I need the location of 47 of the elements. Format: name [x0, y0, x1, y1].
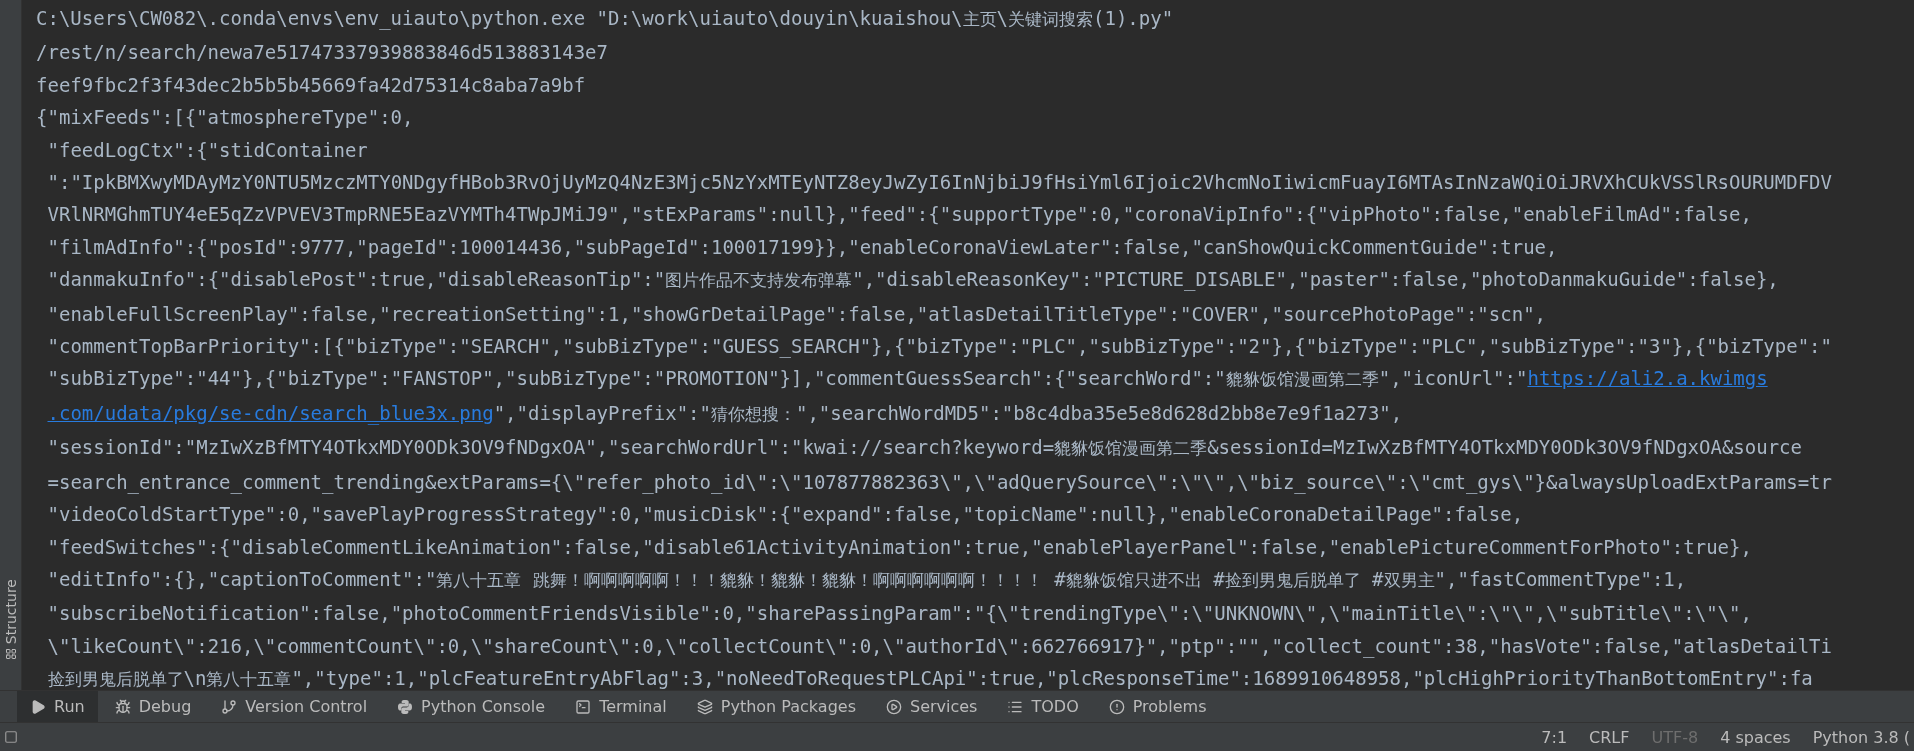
tool-window-tab[interactable]: Services	[872, 691, 991, 722]
console-line: /rest/n/search/newa7e51747337939883846d513883143e7	[36, 40, 608, 66]
status-item[interactable]: 7:1	[1541, 727, 1568, 747]
link[interactable]: .com/udata/pkg/se-cdn/search_blue3x.png	[47, 401, 494, 424]
tool-window-tab[interactable]: Terminal	[562, 691, 680, 722]
console-line: "danmakuInfo":{"disablePost":true,"disableReasonTip":"图片作品不支持发布弹幕","disableReasonKey":"PICTURE_DISABLE","paster":false,"photoDanmakuGuide":false},	[47, 267, 1779, 293]
tool-window-tab[interactable]: TODO	[994, 691, 1092, 722]
console-line: "subBizType":"44"},{"bizType":"FANSTOP","subBizType":"PROMOTION"}],"commentGuessSearch":{"searchWord":"貔貅饭馆漫画第二季","iconUrl":"https://ali2.a.kwimgs	[47, 366, 1768, 392]
play-icon	[30, 698, 46, 715]
tool-window-tab[interactable]: Version Control	[208, 691, 381, 722]
console-line: 捡到男鬼后脱单了\n第八十五章","type":1,"plcFeatureEntryAbFlag":3,"noNeedToRequestPLCApi":true,"plcResponseTime":1689910648958,"plcHighPriorityThanBottomEntry":fa	[47, 666, 1813, 690]
console-line: feef9fbc2f3f43dec2b5b5b45669fa42d75314c8aba7a9bf	[36, 72, 586, 98]
console-line: "commentTopBarPriority":[{"bizType":"SEARCH","subBizType":"GUESS_SEARCH"},{"bizType":"PLC","subBizType":"2"},{"bizType":"PLC","subBizType":"3"},{"bizType":"	[47, 334, 1832, 360]
console-line: "subscribeNotification":false,"photoCommentFriendsVisible":0,"sharePassingParam":"{\"trendingType\":\"UNKNOWN\",\"mainTitle\":\"\",\"subTitle\":\"\",	[47, 601, 1752, 627]
console-line: "feedSwitches":{"disableCommentLikeAnimation":false,"disable61ActivityAnimation":true,"enablePlayerPanel":false,"enablePictureCommentForPhoto":true},	[47, 534, 1752, 560]
console-line: "filmAdInfo":{"posId":9777,"pageId":100014436,"subPageId":100017199}},"enableCoronaViewLater":false,"canShowQuickCommentGuide":true,	[47, 234, 1558, 260]
tool-window-tab[interactable]: Run	[17, 691, 98, 722]
terminal-icon	[575, 698, 592, 715]
console-line: C:\Users\CW082\.conda\envs\env_uiauto\python.exe "D:\work\uiauto\douyin\kuaishou\主页\关键词搜索(1).py"	[36, 6, 1174, 32]
console-line: {"mixFeeds":[{"atmosphereType":0,	[36, 105, 414, 131]
console-line: "videoColdStartType":0,"savePlayProgressStrategy":0,"musicDisk":{"expand":false,"topicName":null},"enableCoronaDetailPage":false,	[47, 502, 1524, 528]
layers-icon	[696, 698, 713, 715]
bug-icon	[114, 698, 131, 715]
snakes-icon	[397, 698, 414, 715]
tool-window-tab[interactable]: Debug	[101, 691, 205, 722]
status-item[interactable]: Python 3.8 (	[1812, 727, 1910, 747]
branch-icon	[221, 698, 238, 715]
status-item[interactable]: CRLF	[1589, 727, 1630, 747]
console-line: VRlNRMGhmTUY4eE5qZzVPVEV3TmpRNE5EazVYMTh4TWpJMiJ9","stExParams":null},"feed":{"supportType":0,"coronaVipInfo":{"vipPhoto":false,"enableFilmAd":false,	[47, 202, 1752, 228]
console-line: =search_entrance_comment_trending&extParams={\"refer_photo_id\":\"107877882363\",\"adQuerySource\":\"\",\"biz_source\":\"cmt_gys\"}&alwaysUploadExtParams=tr	[47, 469, 1832, 496]
console-line: "feedLogCtx":{"stidContainer	[47, 137, 368, 163]
square-icon[interactable]	[4, 730, 18, 744]
tool-window-tab[interactable]: Problems	[1095, 691, 1220, 722]
play-circle-icon	[885, 698, 902, 715]
console-line: \"likeCount\":216,\"commentCount\":0,\"shareCount\":0,\"collectCount\":0,\"authorId\":662766917}","ptp":"","collect_count":38,"hasVote":false,"atlasDetailTi	[47, 633, 1832, 660]
console-line: "sessionId":"MzIwXzBfMTY4OTkxMDY0ODk3OV9fNDgxOA","searchWordUrl":"kwai://search?keyword=貔貅饭馆漫画第二季&sessionId=MzIwXzBfMTY4OTkxMDY0ODk3OV9fNDgxOA&source	[47, 435, 1802, 461]
console-line: "editInfo":{},"captionToComment":"第八十五章 跳舞！啊啊啊啊啊！！！貔貅！貔貅！貔貅！啊啊啊啊啊啊！！！！ #貔貅饭馆只进不出 #捡到男鬼后脱单了 #双男主","fastCommentType":1,	[47, 566, 1687, 592]
grid-icon	[4, 648, 17, 660]
tool-window-tab[interactable]: Python Packages	[683, 691, 869, 722]
link[interactable]: https://ali2.a.kwimgs	[1527, 367, 1768, 390]
alert-icon	[1108, 698, 1125, 715]
structure-tab[interactable]: Structure	[2, 578, 19, 660]
status-item[interactable]: 4 spaces	[1720, 727, 1791, 747]
console-line: ":"IpkBMXwyMDAyMzY0NTU5MzczMTY0NDgyfHBob3RvOjUyMzQ4NzE3Mjc5NzYxMTEyNTZ8eyJwZyI6InNjbiJ9fHsiYml6Ijoic2VhcmNoIiwicmFuayI6MTAsInNzaWQiOiJRVXhCUkVSSlRsOURUMDFDV	[47, 170, 1832, 196]
console-line: .com/udata/pkg/se-cdn/search_blue3x.png","displayPrefix":"猜你想搜：","searchWordMD5":"b8c4dba35e5e8d628d2bb8e7e9f1a273",	[47, 400, 1403, 427]
console-line: "enableFullScreenPlay":false,"recreationSetting":1,"showGrDetailPage":false,"atlasDetailTitleType":"COVER","sourcePhotoPage":"scn",	[47, 301, 1546, 327]
tool-window-tab[interactable]: Python Console	[384, 691, 559, 722]
